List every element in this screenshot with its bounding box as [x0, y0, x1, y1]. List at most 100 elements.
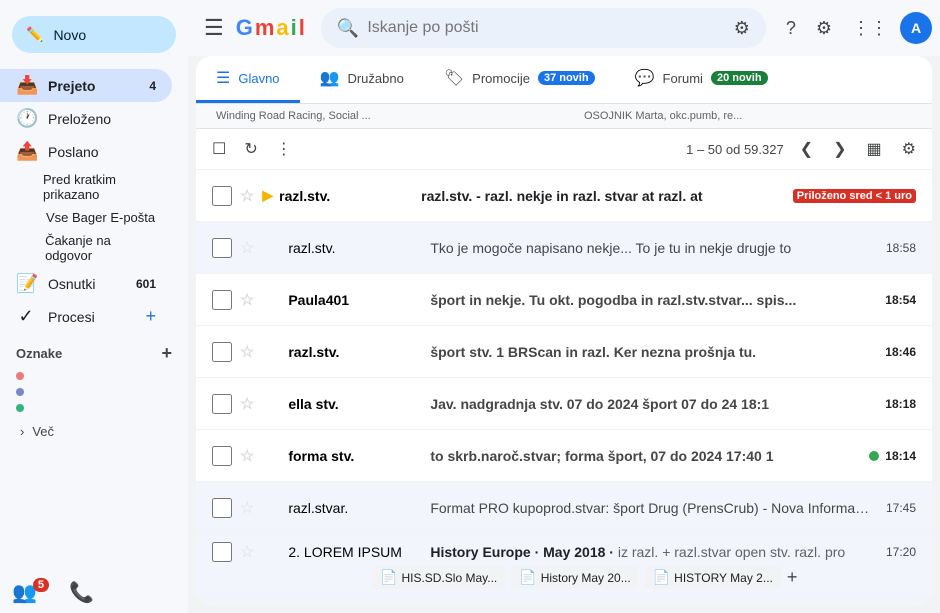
star-icon[interactable]: ☆ — [240, 238, 254, 258]
star-icon[interactable]: ☆ — [240, 290, 254, 310]
help-button[interactable]: ? — [778, 10, 804, 47]
refresh-button[interactable]: ↻ — [236, 133, 265, 165]
settings-button[interactable]: ⚙ — [808, 10, 840, 47]
email-checkbox[interactable] — [212, 186, 232, 206]
email-body: Format PRO kupoprod.stvar: šport Drug (P… — [430, 500, 874, 516]
tab-icon-promocije: 🏷 — [444, 68, 464, 88]
email-row[interactable]: ☆ forma stv. to skrb.naroč.stvar; forma … — [196, 430, 932, 482]
logo-a: a — [276, 15, 288, 41]
email-list: ☆ ▶ razl.stv. razl.stv. - razl. nekje in… — [196, 170, 932, 605]
tab-promocije[interactable]: 🏷 Promocije 37 novih — [424, 56, 615, 103]
tab-druzabno[interactable]: 👥 Družabno — [300, 56, 424, 103]
email-meta: Priloženo sred < 1 uro — [793, 189, 916, 203]
tab-glavno[interactable]: ☰ Glavno — [196, 56, 300, 103]
star-icon[interactable]: ☆ — [240, 394, 254, 414]
forum-senders: OSOJNIK Marta, okc.pumb, re... — [584, 110, 742, 122]
sidebar-label-2[interactable] — [0, 384, 172, 400]
email-sender: razl.stv. — [288, 344, 418, 360]
email-meta: 18:46 — [885, 345, 916, 359]
email-checkbox[interactable] — [212, 498, 232, 518]
sidebar-item-osnutki[interactable]: 📝 Osnutki 601 — [0, 267, 172, 300]
sidebar-item-label: Prejeto — [48, 78, 95, 94]
menu-button[interactable]: ☰ — [196, 7, 232, 49]
labels-header: Oznake + — [0, 333, 188, 368]
email-meta: 18:58 — [886, 241, 916, 255]
sidebar-item-label: Procesi — [48, 309, 95, 325]
sidebar-item-vse-bager[interactable]: Vse Bager E-pošta — [0, 206, 172, 229]
grid-view-button[interactable]: ▦ — [859, 133, 890, 165]
email-row[interactable]: ☆ ob stvar šport osamost. razl.stvar + r… — [196, 598, 932, 605]
star-icon[interactable]: ☆ — [240, 342, 254, 362]
email-row[interactable]: ☆ 2. LOREM IPSUM History Europe · May 20… — [196, 534, 932, 598]
more-options-button[interactable]: ⋮ — [268, 133, 300, 165]
email-sender: razl.stv. — [288, 240, 418, 256]
tab-forumi[interactable]: 💬 Forumi 20 novih — [615, 56, 788, 103]
more-link[interactable]: › Več — [0, 416, 188, 447]
star-icon[interactable]: ☆ — [240, 498, 254, 518]
search-icon[interactable]: 🔍 — [337, 18, 359, 39]
email-checkbox[interactable] — [212, 542, 232, 562]
sidebar-subitem-label: Pred kratkim prikazano — [43, 172, 156, 202]
tab-label-druzabno: Družabno — [347, 71, 403, 86]
add-label-icon[interactable]: + — [161, 343, 172, 364]
phone-icon[interactable]: 📞 — [69, 580, 94, 605]
email-row[interactable]: ☆ razl.stvar. Format PRO kupoprod.stvar:… — [196, 482, 932, 534]
email-meta: 17:20 — [886, 545, 916, 559]
star-icon[interactable]: ☆ — [240, 446, 254, 466]
sidebar-item-prejeto[interactable]: 📥 Prejeto 4 — [0, 69, 172, 102]
tab-icon-forumi: 💬 — [635, 68, 655, 88]
topbar-right: ? ⚙ ⋮⋮ A — [778, 10, 932, 47]
email-row[interactable]: ☆ ella stv. Jav. nadgradnja stv. 07 do 2… — [196, 378, 932, 430]
more-attachments-button[interactable]: + — [787, 567, 798, 588]
add-icon[interactable]: + — [145, 306, 156, 327]
attachment-chip[interactable]: 📄 History May 20... — [511, 566, 638, 589]
right-panel: ☰ Gmail 🔍 ⚙ ? ⚙ ⋮⋮ A ☰ Glavno 👥 Družabno — [188, 0, 940, 613]
sent-icon: 📤 — [16, 141, 36, 162]
important-icon[interactable]: ▶ — [262, 187, 273, 204]
attachment-chip[interactable]: 📄 HISTORY May 2... — [645, 566, 781, 589]
sidebar-item-procesi[interactable]: ✓ Procesi + — [0, 300, 172, 333]
email-checkbox[interactable] — [212, 238, 232, 258]
email-time: 18:46 — [885, 345, 916, 359]
search-input[interactable] — [367, 19, 725, 37]
settings-button-2[interactable]: ⚙ — [894, 133, 924, 165]
email-checkbox[interactable] — [212, 394, 232, 414]
doc-icon: 📄 — [380, 569, 397, 586]
compose-button[interactable]: ✏️ Novo — [12, 16, 176, 53]
email-sender: Paula401 — [288, 292, 418, 308]
sidebar-label-1[interactable] — [0, 368, 172, 384]
sidebar-label-3[interactable] — [0, 400, 172, 416]
email-row[interactable]: ☆ razl.stv. šport stv. 1 BRScan in razl.… — [196, 326, 932, 378]
star-icon[interactable]: ☆ — [240, 186, 254, 206]
drafts-icon: 📝 — [16, 273, 36, 294]
star-icon[interactable]: ☆ — [240, 542, 254, 562]
next-page-button[interactable]: ❯ — [825, 133, 854, 165]
email-checkbox[interactable] — [212, 290, 232, 310]
sidebar-item-cakanje[interactable]: Čakanje na odgovor — [0, 229, 172, 267]
email-row[interactable]: ☆ ▶ razl.stv. razl.stv. - razl. nekje in… — [196, 170, 932, 222]
attachment-chip[interactable]: 📄 HIS.SD.Slo May... — [372, 566, 505, 589]
email-checkbox[interactable] — [212, 342, 232, 362]
tasks-icon: ✓ — [16, 306, 36, 327]
search-filter-icon[interactable]: ⚙ — [734, 18, 750, 39]
avatar[interactable]: A — [900, 12, 932, 44]
email-row[interactable]: ☆ razl.stv. Tko je mogoče napisano nekje… — [196, 222, 932, 274]
forum-preview: OSOJNIK Marta, okc.pumb, re... — [564, 108, 932, 124]
email-body: Jav. nadgradnja stv. 07 do 2024 šport 07… — [430, 396, 873, 412]
email-attachments-line: 📄 HIS.SD.Slo May... 📄 History May 20... … — [196, 562, 932, 589]
prev-page-button[interactable]: ❮ — [792, 133, 821, 165]
sidebar-item-label: Poslano — [48, 144, 99, 160]
label-dot-2 — [16, 388, 24, 396]
search-bar: 🔍 ⚙ — [321, 8, 766, 48]
sidebar-item-pred-kratkim[interactable]: Pred kratkim prikazano — [0, 168, 172, 206]
email-checkbox[interactable] — [212, 446, 232, 466]
select-all-button[interactable]: ☐ — [204, 133, 234, 165]
sidebar-item-poslano[interactable]: 📤 Poslano — [0, 135, 172, 168]
email-time: 18:14 — [885, 449, 916, 463]
email-row[interactable]: ☆ Paula401 šport in nekje. Tu okt. pogod… — [196, 274, 932, 326]
email-sender: razl.stvar. — [288, 500, 418, 516]
apps-button[interactable]: ⋮⋮ — [844, 10, 896, 47]
email-body: šport stv. 1 BRScan in razl. Ker nezna p… — [430, 344, 873, 360]
attachment-name: HISTORY May 2... — [674, 571, 773, 585]
sidebar-item-prelozeno[interactable]: 🕐 Preloženo — [0, 102, 172, 135]
